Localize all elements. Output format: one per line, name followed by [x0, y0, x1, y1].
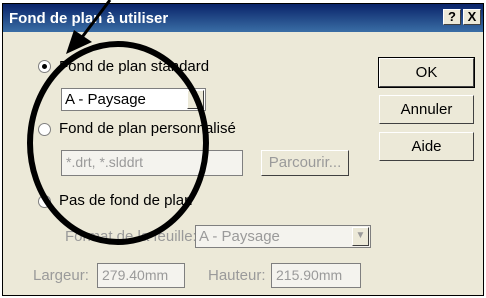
annotation-overlay	[27, 0, 209, 245]
annotation-arrow-line	[78, 0, 112, 41]
annotation-circle	[27, 41, 209, 245]
